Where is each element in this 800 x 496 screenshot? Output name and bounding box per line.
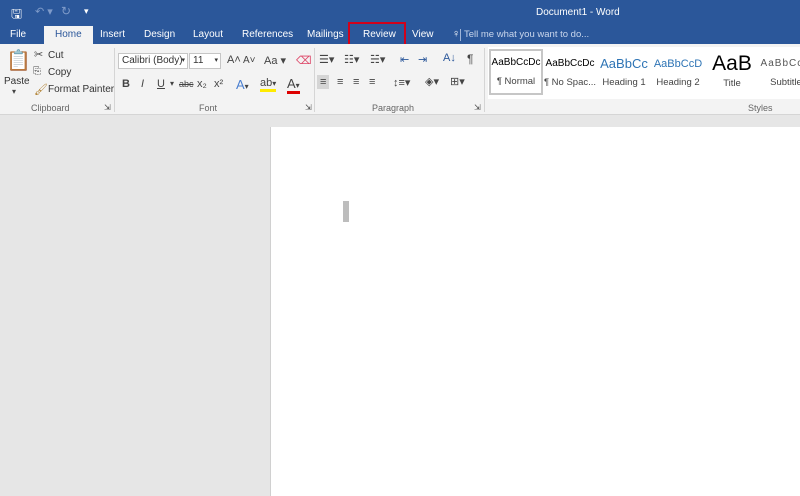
font-size-select[interactable]: 11 ▾	[189, 53, 221, 69]
font-group-label: Font	[199, 103, 218, 113]
style-heading-1[interactable]: AaBbCc Heading 1	[597, 52, 651, 98]
divider	[314, 48, 315, 112]
strikethrough-button[interactable]: abc	[179, 79, 194, 89]
lightbulb-icon: ♀	[452, 28, 461, 40]
italic-button[interactable]: I	[141, 78, 144, 90]
format-painter-icon: 🖌	[34, 84, 48, 96]
styles-gallery: AaBbCcDc ¶ Normal AaBbCcDc ¶ No Spac... Aa…	[488, 47, 800, 99]
superscript-button[interactable]: x²	[214, 78, 223, 90]
paste-dropdown-icon[interactable]: ▾	[12, 87, 16, 96]
divider	[484, 48, 485, 112]
font-color-icon[interactable]: A▾	[287, 76, 300, 94]
style-heading-2[interactable]: AaBbCcD Heading 2	[651, 52, 705, 98]
clipboard-launcher-icon[interactable]: ⇲	[104, 103, 111, 112]
format-painter-button[interactable]: Format Painter	[48, 84, 114, 95]
tab-references[interactable]: References	[234, 26, 301, 44]
clear-formatting-icon[interactable]: ⌫	[296, 54, 312, 67]
cut-button[interactable]: Cut	[48, 50, 64, 61]
customize-qat-button[interactable]: ▾	[84, 6, 89, 17]
style-name: Heading 2	[656, 77, 700, 88]
style-name: Heading 1	[602, 77, 646, 88]
review-highlight-box	[348, 22, 406, 46]
tab-mailings[interactable]: Mailings	[299, 26, 352, 44]
copy-icon: ⎘	[33, 66, 41, 77]
shrink-font-icon[interactable]: A˅	[243, 55, 256, 66]
shading-icon[interactable]: ◈▾	[425, 75, 439, 88]
font-name-value: Calibri (Body)	[122, 55, 183, 66]
paste-button[interactable]: Paste	[4, 76, 30, 87]
divider	[114, 48, 115, 112]
tab-design[interactable]: Design	[136, 26, 183, 44]
styles-group-label: Styles	[748, 103, 773, 113]
style-name: Title	[723, 78, 741, 89]
cut-icon: ✂	[34, 49, 44, 61]
style-no-spacing[interactable]: AaBbCcDc ¶ No Spac...	[543, 52, 597, 98]
style-preview: AaBbCcDc	[545, 58, 595, 69]
clipboard-group-label: Clipboard	[31, 103, 70, 113]
text-cursor	[343, 201, 349, 222]
bullets-icon[interactable]: ☰▾	[319, 53, 334, 66]
tab-file[interactable]: File	[2, 26, 34, 44]
style-name: Subtitle	[770, 77, 800, 88]
save-icon[interactable]: 🖫	[11, 5, 22, 27]
window-title: Document1 - Word	[536, 7, 620, 18]
align-left-icon[interactable]: ≡	[317, 75, 330, 89]
grow-font-icon[interactable]: A˄	[227, 54, 241, 66]
style-normal[interactable]: AaBbCcDc ¶ Normal	[489, 49, 543, 95]
font-name-select[interactable]: Calibri (Body) ▾	[118, 53, 188, 69]
tab-layout[interactable]: Layout	[185, 26, 231, 44]
align-center-icon[interactable]: ≡	[337, 76, 343, 88]
style-name: ¶ No Spac...	[543, 77, 597, 88]
align-right-icon[interactable]: ≡	[353, 76, 359, 88]
tab-view[interactable]: View	[404, 26, 442, 44]
undo-icon[interactable]: ↶ ▾	[35, 5, 53, 18]
style-preview: AaB	[712, 52, 752, 75]
document-page[interactable]	[270, 127, 800, 496]
redo-icon[interactable]: ↻	[61, 4, 71, 18]
bold-button[interactable]: B	[122, 78, 130, 90]
numbering-icon[interactable]: ☷▾	[344, 53, 359, 66]
copy-button[interactable]: Copy	[48, 67, 71, 78]
text-effects-icon[interactable]: A▾	[236, 77, 249, 92]
justify-icon[interactable]: ≡	[369, 76, 375, 88]
style-preview: AaBbCc	[600, 56, 648, 71]
show-formatting-button[interactable]: ¶	[467, 52, 473, 66]
style-preview: AaBbCcD	[653, 58, 703, 70]
ribbon-tabs: File Home Insert Design Layout Reference…	[0, 22, 800, 46]
highlight-color-icon[interactable]: ab▾	[260, 77, 277, 92]
style-preview: AaBbCcD	[760, 58, 800, 69]
font-launcher-icon[interactable]: ⇲	[305, 103, 312, 112]
change-case-label: Aa	[264, 55, 278, 67]
underline-button[interactable]: U	[157, 78, 165, 90]
change-case-button[interactable]: Aa ▾	[264, 54, 286, 67]
style-name: ¶ Normal	[496, 76, 536, 87]
paragraph-group-label: Paragraph	[372, 103, 415, 113]
ribbon-home: 📋 Paste ▾ ✂ Cut ⎘ Copy 🖌 Format Painter …	[0, 44, 800, 115]
sort-icon[interactable]: A↓	[443, 52, 456, 64]
increase-indent-icon[interactable]: ⇥	[418, 53, 427, 66]
paste-icon[interactable]: 📋	[6, 48, 31, 73]
font-size-value: 11	[193, 55, 204, 66]
multilevel-list-icon[interactable]: ☵▾	[370, 53, 385, 66]
borders-icon[interactable]: ⊞▾	[450, 75, 465, 88]
line-spacing-icon[interactable]: ↕≡▾	[393, 76, 410, 89]
decrease-indent-icon[interactable]: ⇤	[400, 53, 409, 66]
style-subtitle[interactable]: AaBbCcD Subtitle	[759, 52, 800, 98]
style-preview: AaBbCcDc	[491, 57, 541, 68]
tab-insert[interactable]: Insert	[92, 26, 133, 44]
subscript-button[interactable]: x₂	[197, 78, 207, 90]
tab-home[interactable]: Home	[44, 26, 93, 44]
paragraph-launcher-icon[interactable]: ⇲	[474, 103, 481, 112]
underline-dropdown-icon[interactable]: ▾	[170, 79, 174, 88]
tell-me-input[interactable]: Tell me what you want to do...	[460, 29, 597, 41]
style-title[interactable]: AaB Title	[705, 52, 759, 98]
